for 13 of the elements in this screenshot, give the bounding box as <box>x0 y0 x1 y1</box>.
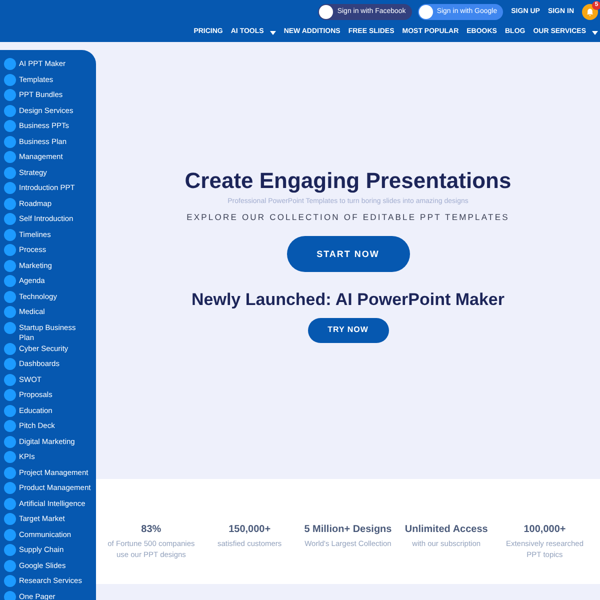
start-now-button[interactable]: START NOW <box>286 236 410 272</box>
stat-value: 83% <box>141 523 162 537</box>
stat-value: 5 Million+ Designs <box>304 523 392 537</box>
caret-icon <box>592 30 598 34</box>
try-now-button[interactable]: TRY NOW <box>308 318 388 343</box>
stat-value: Unlimited Access <box>404 523 488 537</box>
hero-title: Create Engaging Presentations <box>184 168 512 194</box>
promo-title: Newly Launched: AI PowerPoint Maker <box>192 289 504 312</box>
caret-icon <box>270 30 276 34</box>
hero-tagline: EXPLORE OUR COLLECTION OF EDITABLE PPT TEMPLATES <box>186 210 510 224</box>
stat-value: 150,000+ <box>228 523 271 537</box>
stat-value: 100,000+ <box>524 523 566 537</box>
bell-icon <box>586 8 594 16</box>
